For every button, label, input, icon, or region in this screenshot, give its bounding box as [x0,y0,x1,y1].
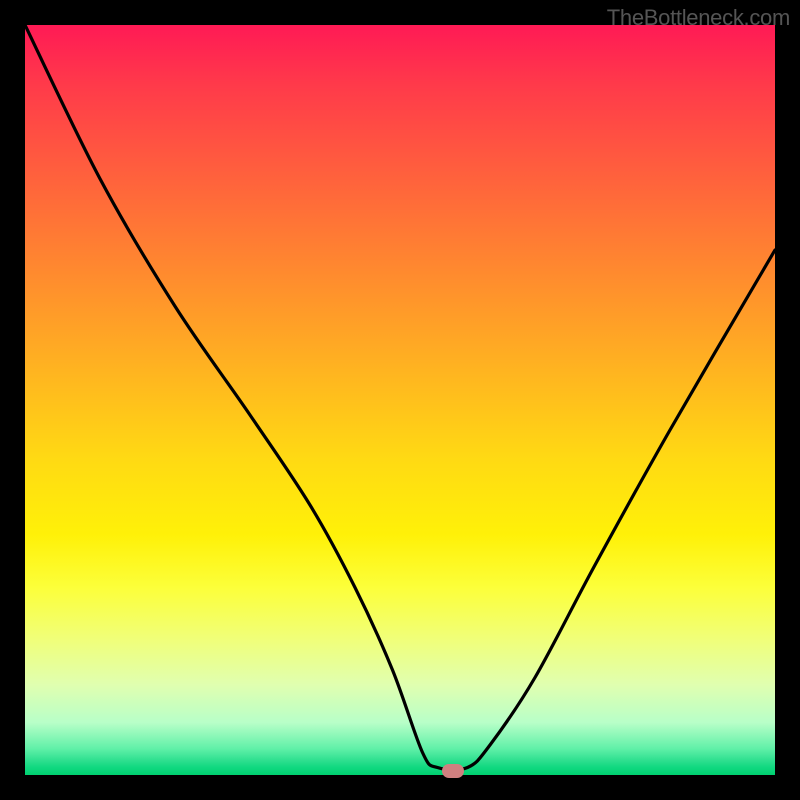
optimal-point-marker [442,764,464,778]
watermark-text: TheBottleneck.com [607,5,790,31]
bottleneck-chart: TheBottleneck.com [0,0,800,800]
bottleneck-curve-line [25,25,775,770]
curve-layer [25,25,775,775]
